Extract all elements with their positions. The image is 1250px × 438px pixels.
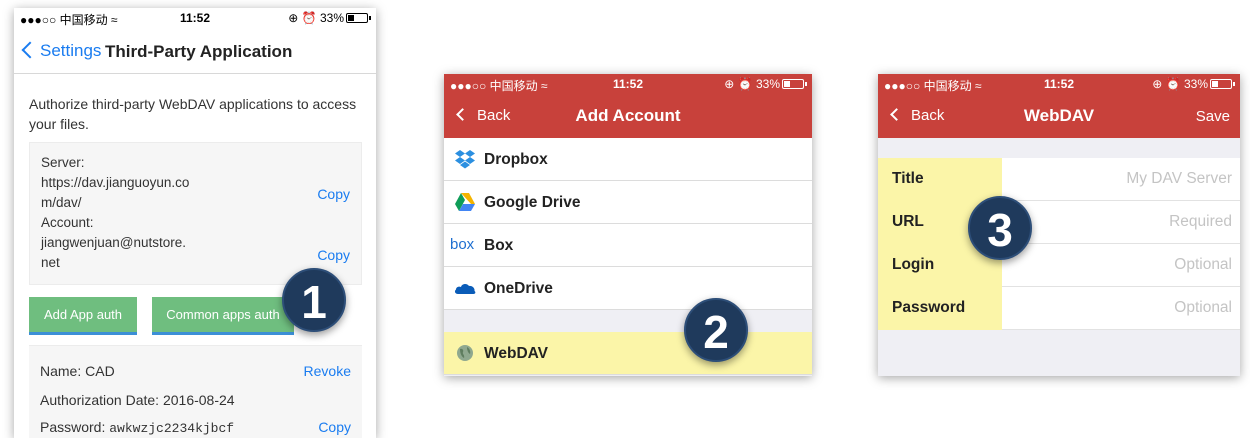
battery-percent: 33% bbox=[1183, 77, 1208, 91]
account-option-dropbox[interactable]: Dropbox bbox=[444, 138, 812, 181]
battery-icon bbox=[1210, 79, 1235, 89]
status-time: 11:52 bbox=[1043, 77, 1075, 91]
status-time: 11:52 bbox=[612, 77, 644, 91]
step-badge-2: 2 bbox=[684, 298, 748, 362]
field-login[interactable]: Login Optional bbox=[878, 244, 1240, 287]
copy-account-button[interactable]: Copy bbox=[317, 247, 350, 263]
field-title[interactable]: Title My DAV Server bbox=[878, 158, 1240, 201]
third-party-application-screen: ●●●○○ 中国移动 ≈ 11:52 ⊕ ⏰ 33% Settings Thir… bbox=[14, 8, 376, 438]
battery-percent: 33% bbox=[755, 77, 780, 91]
dropbox-icon bbox=[455, 150, 475, 169]
server-value-line1: https://dav.jianguoyun.co bbox=[41, 175, 190, 190]
server-value-line2: m/dav/ bbox=[41, 195, 82, 210]
battery-percent: 33% bbox=[319, 11, 344, 25]
back-label: Settings bbox=[40, 41, 102, 60]
carrier-label: ●●●○○ 中国移动 ≈ bbox=[20, 13, 118, 27]
battery-indicator: ⊕ ⏰ 33% bbox=[724, 77, 807, 91]
carrier-label: ●●●○○ 中国移动 ≈ bbox=[450, 79, 548, 93]
step-badge-1: 1 bbox=[282, 268, 346, 332]
carrier-label: ●●●○○ 中国移动 ≈ bbox=[884, 79, 982, 93]
google-drive-icon bbox=[455, 193, 475, 211]
box-icon: box bbox=[450, 236, 475, 253]
battery-icon bbox=[782, 79, 807, 89]
page-title: Add Account bbox=[575, 106, 681, 125]
status-bar: ●●●○○ 中国移动 ≈ 11:52 ⊕ ⏰ 33% bbox=[878, 74, 1240, 94]
battery-indicator: ⊕ ⏰ 33% bbox=[288, 11, 371, 25]
copy-server-button[interactable]: Copy bbox=[317, 186, 350, 202]
account-value-line1: jiangwenjuan@nutstore. bbox=[41, 235, 187, 250]
account-option-webdav[interactable]: WebDAV bbox=[444, 332, 812, 375]
field-label: Password bbox=[892, 299, 966, 316]
account-option-label: Google Drive bbox=[484, 194, 581, 211]
account-value-line2: net bbox=[41, 255, 60, 270]
status-bar: ●●●○○ 中国移动 ≈ 11:52 ⊕ ⏰ 33% bbox=[444, 74, 812, 94]
url-input[interactable]: Required bbox=[1169, 213, 1232, 231]
password-label: Password: bbox=[40, 419, 106, 435]
step-badge-3: 3 bbox=[968, 196, 1032, 260]
common-apps-auth-button[interactable]: Common apps auth bbox=[152, 297, 294, 335]
back-button[interactable]: Settings bbox=[20, 41, 101, 61]
account-option-onedrive[interactable]: OneDrive bbox=[444, 267, 812, 310]
onedrive-icon bbox=[454, 284, 476, 294]
password-value: awkwzjc2234kjbcf bbox=[109, 421, 235, 436]
account-option-label: Box bbox=[484, 237, 514, 254]
credentials-box: Server: https://dav.jianguoyun.co m/dav/… bbox=[29, 142, 362, 285]
status-time: 11:52 bbox=[179, 11, 211, 25]
title-input[interactable]: My DAV Server bbox=[1126, 170, 1232, 188]
webdav-form-screen: ●●●○○ 中国移动 ≈ 11:52 ⊕ ⏰ 33% Back WebDAV S… bbox=[878, 74, 1240, 376]
chevron-left-icon bbox=[21, 41, 39, 59]
auth-name: Name: CAD bbox=[40, 363, 115, 379]
nav-bar: ●●●○○ 中国移动 ≈ 11:52 ⊕ ⏰ 33% Back WebDAV S… bbox=[878, 74, 1240, 138]
field-label: Title bbox=[892, 170, 924, 187]
account-option-label: OneDrive bbox=[484, 280, 553, 297]
nav-bar: Settings Third-Party Application bbox=[14, 30, 376, 74]
password-input[interactable]: Optional bbox=[1174, 299, 1232, 317]
field-password[interactable]: Password Optional bbox=[878, 287, 1240, 330]
login-input[interactable]: Optional bbox=[1174, 256, 1232, 274]
authorization-entry: Name: CAD Revoke Authorization Date: 201… bbox=[29, 345, 362, 438]
page-title: Third-Party Application bbox=[105, 42, 293, 61]
page-title: WebDAV bbox=[1023, 106, 1095, 125]
nav-bar: ●●●○○ 中国移动 ≈ 11:52 ⊕ ⏰ 33% Back Add Acco… bbox=[444, 74, 812, 138]
account-option-label: Dropbox bbox=[484, 151, 548, 168]
server-label: Server: bbox=[41, 155, 85, 170]
battery-icon bbox=[346, 13, 371, 23]
field-label: Login bbox=[892, 256, 935, 273]
account-label: Account: bbox=[41, 215, 94, 230]
battery-indicator: ⊕ ⏰ 33% bbox=[1152, 77, 1235, 91]
field-label: URL bbox=[892, 213, 924, 230]
auth-date: Authorization Date: 2016-08-24 bbox=[40, 392, 235, 408]
globe-icon bbox=[457, 345, 473, 361]
account-option-google-drive[interactable]: Google Drive bbox=[444, 181, 812, 224]
add-app-auth-button[interactable]: Add App auth bbox=[29, 297, 137, 335]
revoke-button[interactable]: Revoke bbox=[304, 363, 351, 379]
account-option-label: WebDAV bbox=[484, 345, 549, 362]
field-url[interactable]: URL Required bbox=[878, 201, 1240, 244]
copy-password-button[interactable]: Copy bbox=[318, 419, 351, 435]
add-account-screen: ●●●○○ 中国移动 ≈ 11:52 ⊕ ⏰ 33% Back Add Acco… bbox=[444, 74, 812, 376]
auth-password: Password: awkwzjc2234kjbcf bbox=[40, 419, 234, 436]
save-button[interactable]: Save bbox=[1196, 108, 1230, 125]
account-option-box[interactable]: box Box bbox=[444, 224, 812, 267]
intro-text: Authorize third-party WebDAV application… bbox=[29, 96, 357, 132]
status-bar: ●●●○○ 中国移动 ≈ 11:52 ⊕ ⏰ 33% bbox=[14, 8, 376, 28]
